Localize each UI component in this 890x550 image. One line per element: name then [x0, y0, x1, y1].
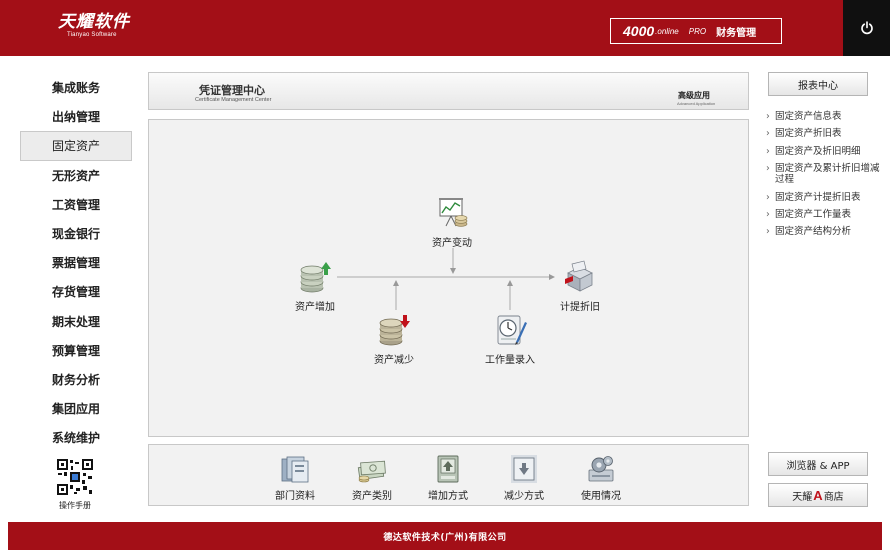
- product-title: 财务管理: [716, 27, 757, 39]
- chevron-right-icon: ›: [766, 145, 770, 157]
- product-online: .online: [655, 26, 679, 36]
- sidebar-item-group-app[interactable]: 集团应用: [20, 394, 132, 423]
- product-number: 4000: [623, 23, 655, 39]
- toolbar-add-method[interactable]: 增加方式: [428, 453, 468, 502]
- report-link-workload[interactable]: › 固定资产工作量表: [766, 209, 888, 220]
- flow-node-depreciation[interactable]: 计提折旧: [560, 259, 600, 313]
- product-pro: PRO: [688, 26, 707, 36]
- sidebar-item-system-maintenance[interactable]: 系统维护: [20, 423, 132, 452]
- sidebar-nav: 集成账务 出纳管理 固定资产 无形资产 工资管理 现金银行 票据管理 存货管理 …: [20, 73, 132, 452]
- add-method-icon: [437, 455, 459, 483]
- report-link-asset-depreciation-detail[interactable]: › 固定资产及折旧明细: [766, 146, 888, 157]
- depreciation-box-icon: [565, 260, 593, 292]
- clock-notepad-icon: [497, 315, 527, 345]
- page-subtitle-english: Certificate Management Center: [195, 97, 272, 103]
- sidebar-item-fixed-assets[interactable]: 固定资产: [20, 131, 132, 161]
- chevron-right-icon: ›: [766, 111, 770, 122]
- qr-code-icon[interactable]: [56, 458, 94, 496]
- advanced-app-english: Advanced Application: [677, 101, 716, 106]
- report-link-depreciation[interactable]: › 固定资产折旧表: [766, 128, 888, 139]
- toolbar-usage-status[interactable]: 使用情况: [581, 453, 621, 502]
- sidebar-item-inventory[interactable]: 存货管理: [20, 277, 132, 306]
- page-title: 凭证管理中心: [199, 84, 265, 97]
- flow-label-workload-entry: 工作量录入: [485, 355, 535, 366]
- chevron-right-icon: ›: [766, 226, 770, 238]
- sidebar-item-period-end[interactable]: 期末处理: [20, 307, 132, 336]
- flow-node-workload-entry[interactable]: 工作量录入: [485, 312, 535, 366]
- footer-company: 德达软件技术(广州)有限公司: [383, 532, 507, 543]
- flow-node-asset-change[interactable]: 资产变动: [432, 195, 472, 249]
- flow-node-asset-increase[interactable]: 资产增加: [295, 259, 335, 313]
- asset-change-chart-icon: [439, 198, 468, 227]
- footer-bar: 德达软件技术(广州)有限公司: [8, 522, 882, 550]
- flow-node-asset-decrease[interactable]: 资产减少: [374, 312, 414, 366]
- flow-label-asset-decrease: 资产减少: [374, 355, 414, 366]
- sidebar-item-financial-analysis[interactable]: 财务分析: [20, 365, 132, 394]
- chevron-right-icon: ›: [766, 191, 770, 203]
- flow-connectors: [337, 248, 555, 310]
- reduce-method-icon: [511, 455, 537, 483]
- store-button[interactable]: 天耀 A 商店: [768, 483, 868, 507]
- chevron-right-icon: ›: [766, 208, 770, 220]
- sidebar-item-bills[interactable]: 票据管理: [20, 248, 132, 277]
- toolbar-label-usage-status: 使用情况: [581, 491, 621, 502]
- sidebar-item-budget[interactable]: 预算管理: [20, 336, 132, 365]
- coin-stack-up-icon: [300, 262, 331, 293]
- sidebar-item-cash-bank[interactable]: 现金银行: [20, 219, 132, 248]
- report-link-accumulated-depreciation[interactable]: › 固定资产及累计折旧增减过程: [766, 163, 888, 185]
- logo-chinese: 天耀软件: [58, 12, 130, 32]
- toolbar-reduce-method[interactable]: 减少方式: [504, 453, 544, 502]
- sidebar-item-intangible-assets[interactable]: 无形资产: [20, 161, 132, 190]
- sidebar-item-integrated-accounting[interactable]: 集成账务: [20, 73, 132, 102]
- manual-label[interactable]: 操作手册: [40, 500, 110, 511]
- report-center-button[interactable]: 报表中心: [768, 72, 868, 96]
- app-window: 天耀软件 Tianyao Software 4000 .online PRO 财…: [0, 0, 890, 550]
- header-bar: 天耀软件 Tianyao Software 4000 .online PRO 财…: [0, 0, 890, 56]
- product-badge: 4000 .online PRO 财务管理: [610, 18, 782, 44]
- asset-category-money-icon: [357, 460, 386, 483]
- store-prefix: 天耀: [792, 491, 813, 503]
- report-link-depreciation-provision[interactable]: › 固定资产计提折旧表: [766, 192, 888, 203]
- toolbar-label-department-info: 部门资料: [275, 491, 315, 502]
- advanced-app-link[interactable]: 高级应用: [678, 90, 710, 101]
- department-folder-icon: [281, 456, 309, 483]
- brand-logo: 天耀软件 Tianyao Software: [58, 12, 130, 39]
- sidebar-item-payroll[interactable]: 工资管理: [20, 190, 132, 219]
- flow-label-depreciation: 计提折旧: [560, 302, 600, 313]
- flow-label-asset-change: 资产变动: [432, 238, 472, 249]
- browser-app-button[interactable]: 浏览器 & APP: [768, 452, 868, 476]
- chevron-right-icon: ›: [766, 163, 770, 175]
- power-button[interactable]: [843, 0, 890, 56]
- store-a-logo: A: [813, 487, 823, 503]
- fixed-asset-flow-panel: 资产变动 资产增加 计提折旧 资产减少 工作量录入: [148, 119, 749, 437]
- report-link-structure-analysis[interactable]: › 固定资产结构分析: [766, 226, 888, 237]
- center-title-bar: 凭证管理中心 Certificate Management Center 高级应…: [148, 72, 749, 110]
- report-link-asset-info[interactable]: › 固定资产信息表: [766, 111, 888, 122]
- toolbar-label-add-method: 增加方式: [428, 491, 468, 502]
- toolbar-asset-category[interactable]: 资产类别: [352, 453, 392, 502]
- toolbar-department-info[interactable]: 部门资料: [275, 453, 315, 502]
- toolbar-label-reduce-method: 减少方式: [504, 491, 544, 502]
- logo-english: Tianyao Software: [67, 32, 117, 38]
- coin-stack-down-icon: [379, 315, 410, 346]
- bottom-toolbar: 部门资料 资产类别 增加方式 减少方式 使用情况: [148, 444, 749, 506]
- chevron-right-icon: ›: [766, 128, 770, 140]
- store-suffix: 商店: [823, 491, 844, 503]
- toolbar-label-asset-category: 资产类别: [352, 491, 392, 502]
- flow-label-asset-increase: 资产增加: [295, 302, 335, 313]
- usage-gears-icon: [588, 456, 614, 482]
- power-icon: [860, 21, 873, 35]
- sidebar-item-cashier[interactable]: 出纳管理: [20, 102, 132, 131]
- report-list: › 固定资产信息表 › 固定资产折旧表 › 固定资产及折旧明细 › 固定资产及累计折旧增…: [766, 111, 888, 244]
